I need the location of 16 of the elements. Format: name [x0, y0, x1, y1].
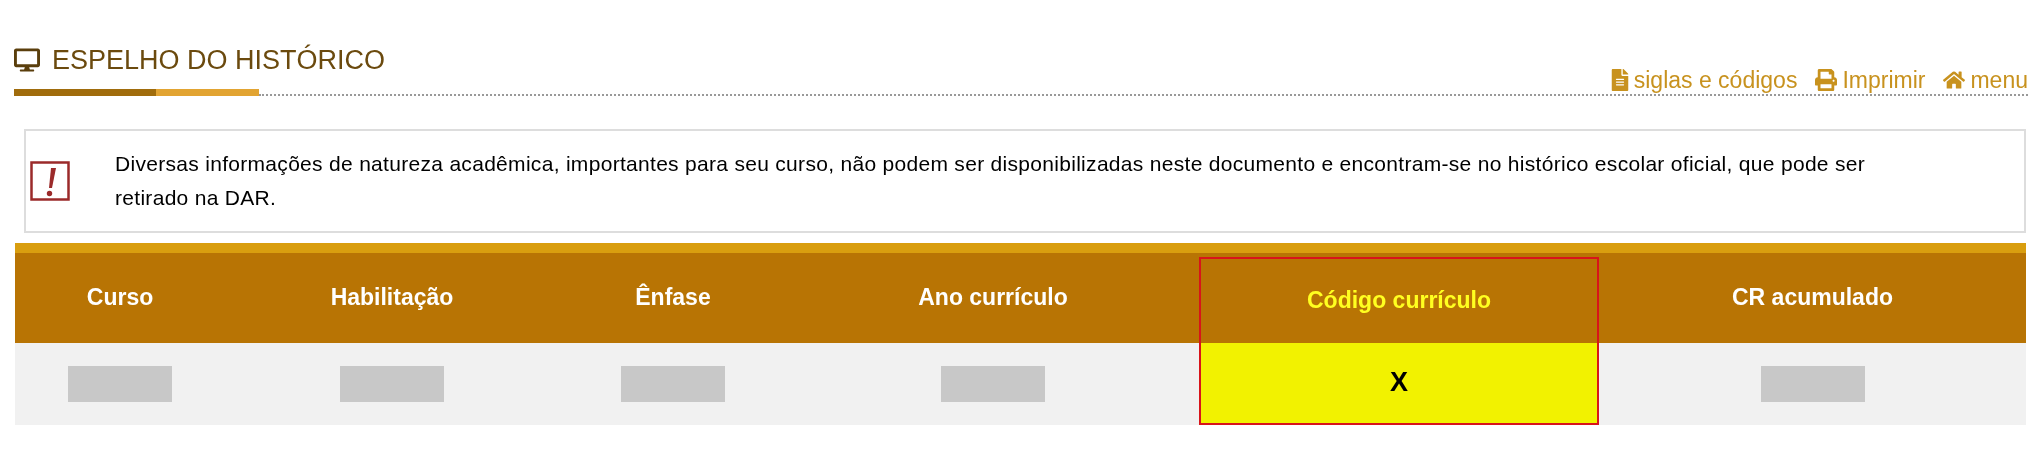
column-header: Habilitação [329, 283, 455, 313]
header-link[interactable]: siglas e códigos [1610, 63, 1798, 98]
warning-icon [30, 160, 70, 201]
column-header: CR acumulado [1731, 283, 1894, 313]
printer-icon [1815, 69, 1838, 92]
column-header: Ano currículo [917, 283, 1069, 313]
header-link[interactable]: Imprimir [1815, 63, 1926, 98]
notice-text: Diversas informações de natureza acadêmica, importantes para seu curso, não podem ser disponibilizadas neste documento e encontram-se no histórico escolar oficial, que pode ser retirado na DAR. [115, 150, 1867, 211]
document-icon [1610, 69, 1629, 92]
table-cell-text: X [1390, 366, 1408, 400]
header-link[interactable]: menu [1943, 63, 2028, 98]
page-title: ESPELHO DO HISTÓRICO [52, 43, 386, 77]
monitor-icon [14, 48, 40, 73]
column-header: Ênfase [634, 282, 712, 313]
home-icon [1943, 69, 1966, 92]
column-header: Curso [85, 283, 155, 313]
